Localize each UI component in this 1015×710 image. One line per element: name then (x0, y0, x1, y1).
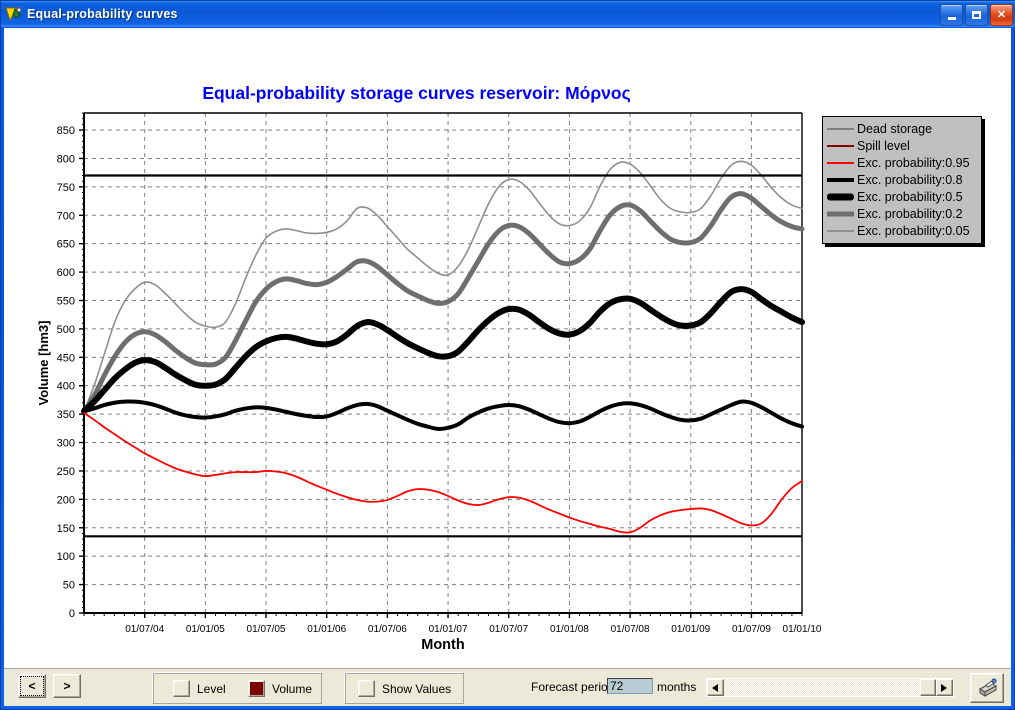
svg-text:01/01/08: 01/01/08 (550, 624, 589, 635)
forecast-period-label: Forecast period (531, 680, 615, 694)
close-button[interactable]: ✕ (990, 4, 1013, 26)
forecast-period-units: months (657, 680, 697, 694)
application-window: Equal-probability curves ✕ Equal-probabi… (0, 0, 1015, 710)
svg-text:250: 250 (57, 466, 75, 478)
legend-label: Exc. probability:0.2 (857, 206, 963, 221)
level-label: Level (197, 681, 226, 696)
svg-text:01/07/06: 01/07/06 (368, 624, 407, 635)
printer-icon (978, 678, 998, 697)
previous-button[interactable]: < (18, 674, 46, 698)
svg-text:01/07/09: 01/07/09 (732, 624, 771, 635)
svg-text:01/07/04: 01/07/04 (125, 624, 164, 635)
svg-text:50: 50 (63, 580, 75, 592)
level-toggle[interactable]: Level (173, 680, 226, 697)
forecast-period-input[interactable]: 72 (607, 678, 653, 694)
right-arrow-icon (941, 683, 947, 692)
window-controls: ✕ (940, 4, 1013, 26)
legend-swatch-exc-08 (827, 174, 854, 186)
show-values-group: Show Values (344, 672, 464, 704)
svg-text:500: 500 (57, 324, 75, 336)
legend-swatch-dead-storage (827, 123, 854, 135)
display-mode-group: Level Volume (152, 672, 322, 704)
volume-swatch (248, 680, 265, 697)
volume-label: Volume (272, 681, 313, 696)
legend-label: Exc. probability:0.5 (857, 189, 963, 204)
scrollbar-thumb[interactable] (920, 679, 936, 696)
svg-text:01/01/07: 01/01/07 (429, 624, 468, 635)
show-values-label: Show Values (382, 681, 452, 696)
legend-item: Exc. probability:0.2 (827, 205, 977, 222)
bottom-toolbar: < > Level Volume Show Values Forecast pe… (4, 668, 1011, 706)
legend-label: Spill level (857, 138, 910, 153)
legend-label: Dead storage (857, 121, 933, 136)
svg-text:750: 750 (57, 182, 75, 194)
legend-swatch-exc-05 (827, 191, 854, 203)
legend-item: Exc. probability:0.5 (827, 188, 977, 205)
close-icon: ✕ (996, 8, 1007, 21)
chart-container: Equal-probability storage curves reservo… (4, 28, 1011, 668)
legend-swatch-spill-level (827, 140, 854, 152)
level-swatch (173, 680, 190, 697)
svg-text:150: 150 (57, 523, 75, 535)
window-title: Equal-probability curves (27, 7, 178, 21)
svg-text:Month: Month (421, 637, 464, 653)
svg-text:300: 300 (57, 438, 75, 450)
scrollbar-track[interactable] (724, 679, 936, 696)
print-button[interactable] (970, 673, 1004, 703)
scroll-left-button[interactable] (707, 679, 724, 696)
legend-item: Spill level (827, 137, 977, 154)
legend-item: Exc. probability:0.8 (827, 171, 977, 188)
forecast-scrollbar[interactable] (706, 678, 954, 697)
svg-text:01/01/05: 01/01/05 (186, 624, 225, 635)
legend-item: Exc. probability:0.95 (827, 154, 977, 171)
svg-text:0: 0 (69, 608, 75, 620)
legend-label: Exc. probability:0.05 (857, 223, 970, 238)
svg-text:01/07/05: 01/07/05 (247, 624, 286, 635)
svg-text:01/01/06: 01/01/06 (307, 624, 346, 635)
svg-text:800: 800 (57, 153, 75, 165)
svg-text:600: 600 (57, 267, 75, 279)
legend-swatch-exc-02 (827, 208, 854, 220)
next-button[interactable]: > (53, 674, 81, 698)
show-values-toggle[interactable]: Show Values (358, 680, 451, 697)
title-bar[interactable]: Equal-probability curves ✕ (1, 1, 1015, 27)
legend-item: Dead storage (827, 120, 977, 137)
svg-text:01/07/07: 01/07/07 (489, 624, 528, 635)
left-arrow-icon (712, 683, 718, 692)
maximize-button[interactable] (965, 4, 988, 26)
svg-text:550: 550 (57, 296, 75, 308)
show-values-swatch (358, 680, 375, 697)
legend-label: Exc. probability:0.95 (857, 155, 970, 170)
svg-text:850: 850 (57, 125, 75, 137)
scroll-right-button[interactable] (936, 679, 953, 696)
svg-text:Volume [hm3]: Volume [hm3] (36, 321, 51, 406)
svg-text:01/01/10: 01/01/10 (783, 624, 822, 635)
legend-swatch-exc-095 (827, 157, 854, 169)
app-icon (5, 6, 23, 22)
volume-toggle[interactable]: Volume (248, 680, 312, 697)
svg-text:01/01/09: 01/01/09 (671, 624, 710, 635)
svg-text:400: 400 (57, 381, 75, 393)
legend-item: Exc. probability:0.05 (827, 222, 977, 239)
svg-text:700: 700 (57, 210, 75, 222)
legend-swatch-exc-005 (827, 225, 854, 237)
chart-legend: Dead storage Spill level Exc. probabilit… (822, 116, 982, 244)
svg-text:450: 450 (57, 352, 75, 364)
legend-label: Exc. probability:0.8 (857, 172, 963, 187)
svg-text:650: 650 (57, 239, 75, 251)
minimize-button[interactable] (940, 4, 963, 26)
svg-text:01/07/08: 01/07/08 (611, 624, 650, 635)
svg-text:100: 100 (57, 551, 75, 563)
svg-text:350: 350 (57, 409, 75, 421)
svg-text:200: 200 (57, 494, 75, 506)
client-area: Equal-probability storage curves reservo… (4, 28, 1011, 706)
